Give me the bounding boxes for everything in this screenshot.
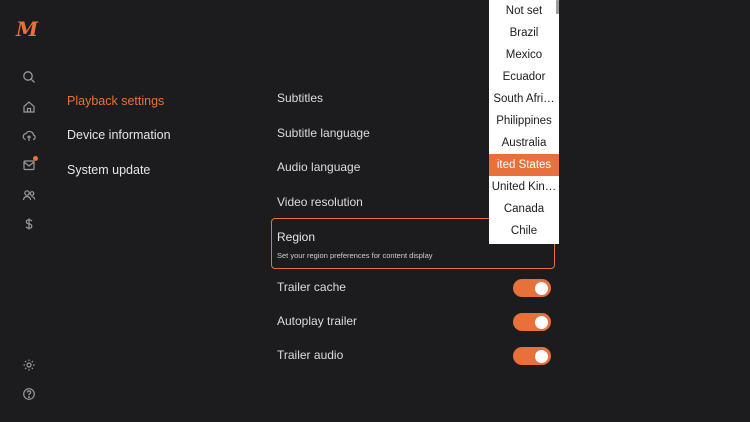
autoplay-trailer-toggle[interactable]: [513, 313, 551, 331]
trailer-audio-toggle[interactable]: [513, 347, 551, 365]
region-option-selected[interactable]: ited States: [489, 154, 559, 176]
users-icon[interactable]: [22, 188, 36, 202]
toggle-knob: [535, 349, 548, 363]
category-system-update[interactable]: System update: [67, 163, 150, 177]
region-option[interactable]: Mexico: [489, 44, 559, 66]
trailer-cache-toggle[interactable]: [513, 279, 551, 297]
region-option[interactable]: Philippines: [489, 110, 559, 132]
search-icon[interactable]: [22, 70, 36, 84]
region-option[interactable]: Ecuador: [489, 66, 559, 88]
trailer-cache-setting: Trailer cache: [277, 280, 346, 294]
settings-icon[interactable]: [22, 358, 36, 372]
region-option[interactable]: Not set: [489, 0, 559, 22]
help-icon[interactable]: [22, 387, 36, 401]
region-dropdown[interactable]: Not set Brazil Mexico Ecuador South Afri…: [489, 0, 559, 244]
dollar-icon[interactable]: [22, 217, 36, 231]
home-icon[interactable]: [22, 100, 36, 114]
inbox-icon[interactable]: [22, 156, 38, 172]
toggle-knob: [535, 281, 548, 295]
toggle-knob: [535, 315, 548, 329]
region-option[interactable]: Australia: [489, 132, 559, 154]
region-title: Region: [277, 230, 316, 244]
category-device-information[interactable]: Device information: [67, 128, 171, 142]
notification-dot: [33, 156, 38, 161]
region-option[interactable]: South Afri…: [489, 88, 559, 110]
subtitle-language-setting[interactable]: Subtitle language: [277, 126, 370, 140]
region-option[interactable]: United Kin…: [489, 176, 559, 198]
region-option[interactable]: Chile: [489, 220, 559, 242]
dropdown-scrollbar[interactable]: [556, 0, 559, 14]
region-option[interactable]: Brazil: [489, 22, 559, 44]
upload-icon[interactable]: [22, 129, 36, 143]
audio-language-setting[interactable]: Audio language: [277, 160, 360, 174]
icon-rail: M: [0, 0, 60, 422]
trailer-audio-setting: Trailer audio: [277, 348, 344, 362]
video-resolution-setting[interactable]: Video resolution: [277, 195, 363, 209]
app-logo: M: [16, 17, 39, 41]
autoplay-trailer-setting: Autoplay trailer: [277, 314, 358, 328]
subtitles-setting[interactable]: Subtitles: [277, 91, 323, 105]
category-playback-settings[interactable]: Playback settings: [67, 94, 164, 108]
region-description: Set your region preferences for content …: [277, 251, 433, 260]
region-option[interactable]: Canada: [489, 198, 559, 220]
